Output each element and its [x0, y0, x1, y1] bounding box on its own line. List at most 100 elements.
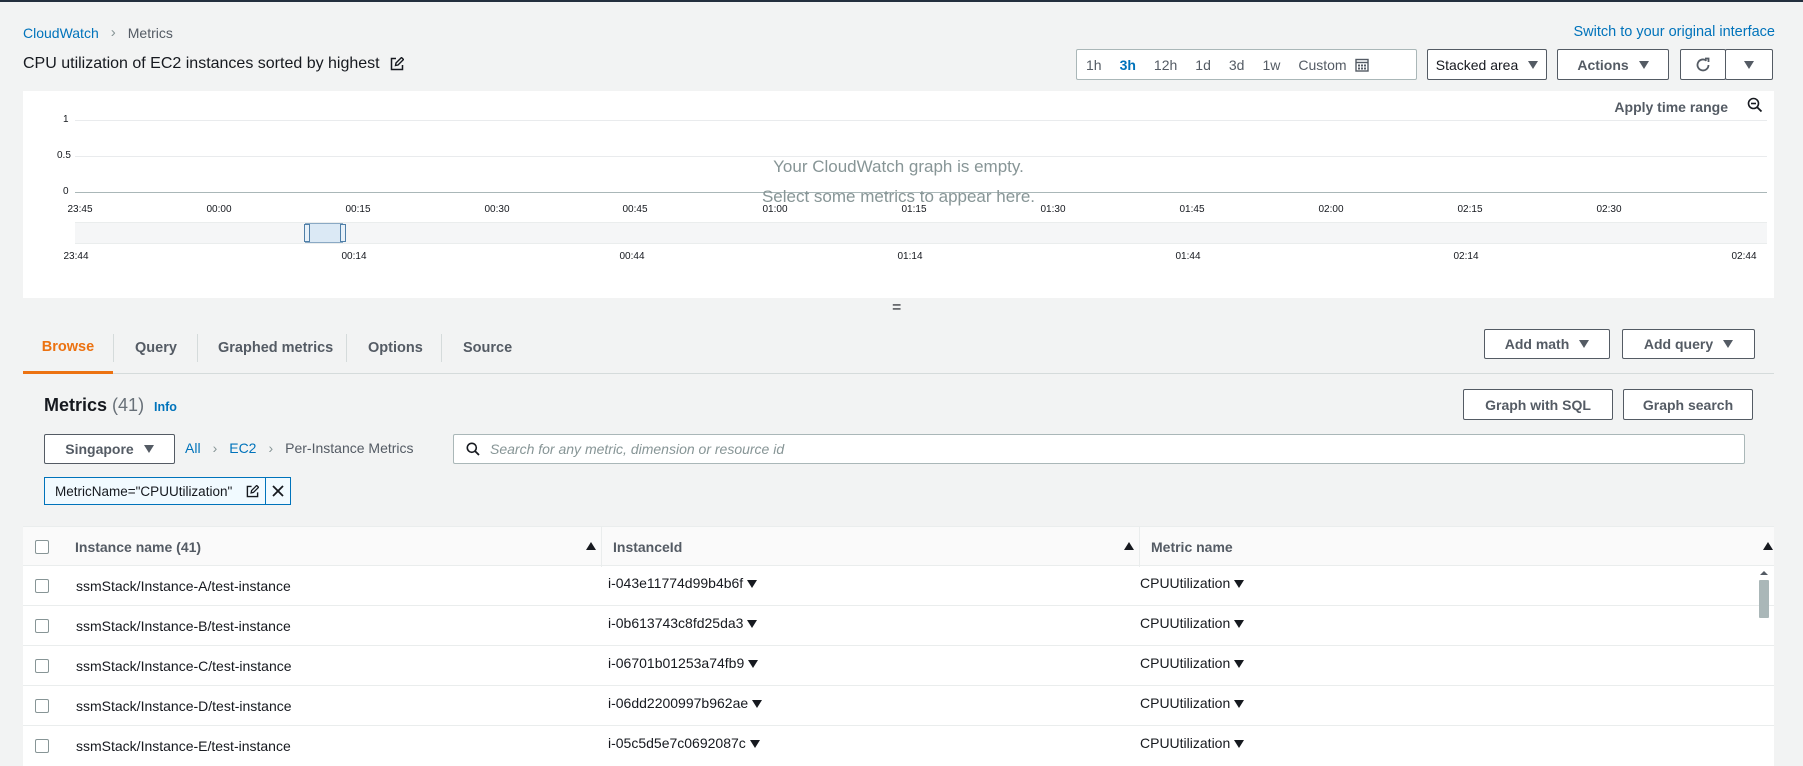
- instance-id-text: i-06701b01253a74fb9: [608, 655, 745, 671]
- instance-name-cell: ssmStack/Instance-C/test-instance: [76, 658, 292, 674]
- column-header-instance-name[interactable]: Instance name (41): [75, 539, 201, 555]
- instance-id-text: i-05c5d5e7c0692087c: [608, 735, 746, 751]
- graph-search-button[interactable]: Graph search: [1623, 389, 1753, 420]
- row-checkbox[interactable]: [35, 699, 49, 713]
- namespace-crumb-all[interactable]: All: [185, 440, 201, 456]
- metric-name-text: CPUUtilization: [1140, 575, 1231, 591]
- column-header-metric-name[interactable]: Metric name: [1151, 539, 1233, 555]
- tab-browse[interactable]: Browse: [23, 322, 113, 374]
- time-option-12h[interactable]: 12h: [1145, 50, 1186, 79]
- remove-filter-button[interactable]: [265, 478, 290, 504]
- sort-asc-icon[interactable]: [1124, 542, 1134, 550]
- table-row[interactable]: ssmStack/Instance-D/test-instance i-06dd…: [23, 686, 1774, 726]
- metric-name-cell[interactable]: CPUUtilization: [1140, 695, 1245, 711]
- x-tick-label: 00:15: [345, 204, 371, 215]
- caret-down-icon[interactable]: [1234, 700, 1245, 709]
- navigator-selection[interactable]: [305, 223, 343, 243]
- table-row[interactable]: ssmStack/Instance-C/test-instance i-0670…: [23, 646, 1774, 686]
- navigator-tick-label: 02:14: [1453, 251, 1479, 262]
- row-checkbox[interactable]: [35, 619, 49, 633]
- select-all-checkbox[interactable]: [35, 540, 49, 554]
- graph-with-sql-button[interactable]: Graph with SQL: [1463, 389, 1613, 420]
- time-option-3h[interactable]: 3h: [1111, 50, 1145, 79]
- caret-down-icon[interactable]: [752, 700, 763, 709]
- caret-down-icon[interactable]: [1234, 580, 1245, 589]
- caret-down-icon: [1638, 60, 1649, 69]
- caret-down-icon: [1723, 340, 1734, 348]
- metric-name-text: CPUUtilization: [1140, 695, 1231, 711]
- add-query-label: Add query: [1643, 336, 1714, 352]
- add-math-dropdown[interactable]: Add math: [1484, 329, 1610, 359]
- breadcrumb: CloudWatch › Metrics: [23, 24, 173, 41]
- tab-options[interactable]: Options: [368, 322, 423, 374]
- namespace-crumb-ec2[interactable]: EC2: [229, 440, 256, 456]
- x-tick-label: 01:45: [1179, 204, 1205, 215]
- instance-name-cell: ssmStack/Instance-B/test-instance: [76, 618, 291, 634]
- refresh-interval-dropdown[interactable]: [1725, 49, 1773, 80]
- metric-search-input[interactable]: Search for any metric, dimension or reso…: [453, 434, 1745, 464]
- breadcrumb-cloudwatch-link[interactable]: CloudWatch: [23, 25, 99, 41]
- navigator-tick-label: 01:44: [1175, 251, 1201, 262]
- metric-name-cell[interactable]: CPUUtilization: [1140, 735, 1245, 751]
- row-checkbox[interactable]: [35, 579, 49, 593]
- table-row[interactable]: ssmStack/Instance-E/test-instance i-05c5…: [23, 726, 1774, 766]
- time-option-custom[interactable]: Custom: [1289, 50, 1377, 79]
- caret-down-icon[interactable]: [1234, 740, 1245, 749]
- time-option-1d[interactable]: 1d: [1186, 50, 1220, 79]
- time-option-1h[interactable]: 1h: [1077, 50, 1111, 79]
- time-option-3d[interactable]: 3d: [1220, 50, 1254, 79]
- instance-name-cell: ssmStack/Instance-D/test-instance: [76, 698, 292, 714]
- row-checkbox[interactable]: [35, 659, 49, 673]
- switch-interface-link[interactable]: Switch to your original interface: [1574, 24, 1776, 40]
- tab-source[interactable]: Source: [463, 322, 512, 374]
- column-header-label: Instance name: [75, 539, 173, 555]
- sort-asc-icon[interactable]: [1763, 542, 1773, 550]
- instance-id-cell[interactable]: i-06dd2200997b962ae: [608, 695, 763, 711]
- caret-down-icon: [1744, 60, 1754, 69]
- tab-divider: [197, 334, 198, 362]
- chart-type-dropdown[interactable]: Stacked area: [1427, 49, 1547, 80]
- scrollbar-thumb[interactable]: [1759, 580, 1769, 618]
- info-link[interactable]: Info: [154, 400, 177, 414]
- table-scrollbar[interactable]: [1758, 566, 1770, 766]
- column-header-instance-id[interactable]: InstanceId: [613, 539, 682, 555]
- tab-divider: [346, 334, 347, 362]
- instance-id-cell[interactable]: i-043e11774d99b4b6f: [608, 575, 758, 591]
- caret-down-icon[interactable]: [747, 620, 758, 629]
- region-dropdown[interactable]: Singapore: [44, 434, 175, 464]
- edit-icon[interactable]: [390, 57, 404, 71]
- caret-down-icon[interactable]: [749, 740, 760, 749]
- instance-id-cell[interactable]: i-0b613743c8fd25da3: [608, 615, 758, 631]
- edit-filter-button[interactable]: [240, 478, 265, 504]
- metric-name-cell[interactable]: CPUUtilization: [1140, 655, 1245, 671]
- x-tick-label: 00:00: [206, 204, 232, 215]
- navigator-handle-right[interactable]: [340, 224, 346, 242]
- navigator-handle-left[interactable]: [304, 224, 310, 242]
- caret-down-icon[interactable]: [748, 660, 759, 669]
- metric-name-cell[interactable]: CPUUtilization: [1140, 575, 1245, 591]
- instance-id-cell[interactable]: i-06701b01253a74fb9: [608, 655, 759, 671]
- apply-time-range-button[interactable]: Apply time range: [1614, 99, 1728, 115]
- refresh-icon: [1696, 57, 1710, 71]
- zoom-out-icon[interactable]: [1747, 97, 1763, 113]
- metric-name-cell[interactable]: CPUUtilization: [1140, 615, 1245, 631]
- tab-query[interactable]: Query: [135, 322, 177, 374]
- navigator-tick-label: 01:14: [897, 251, 923, 262]
- refresh-button[interactable]: [1680, 49, 1726, 80]
- caret-down-icon[interactable]: [747, 580, 758, 589]
- row-checkbox[interactable]: [35, 739, 49, 753]
- tab-graphed-metrics[interactable]: Graphed metrics: [218, 322, 333, 374]
- instance-id-cell[interactable]: i-05c5d5e7c0692087c: [608, 735, 760, 751]
- sort-asc-icon[interactable]: [586, 542, 596, 550]
- resize-handle-icon[interactable]: =: [892, 299, 901, 317]
- namespace-crumb-current: Per-Instance Metrics: [285, 440, 414, 456]
- caret-down-icon[interactable]: [1234, 620, 1245, 629]
- time-option-1w[interactable]: 1w: [1253, 50, 1289, 79]
- table-row[interactable]: ssmStack/Instance-A/test-instance i-043e…: [23, 566, 1774, 606]
- actions-dropdown[interactable]: Actions: [1557, 49, 1669, 80]
- add-query-dropdown[interactable]: Add query: [1622, 329, 1755, 359]
- table-row[interactable]: ssmStack/Instance-B/test-instance i-0b61…: [23, 606, 1774, 646]
- caret-down-icon[interactable]: [1234, 660, 1245, 669]
- scroll-up-icon[interactable]: [1758, 569, 1770, 577]
- chart-type-label: Stacked area: [1435, 56, 1519, 73]
